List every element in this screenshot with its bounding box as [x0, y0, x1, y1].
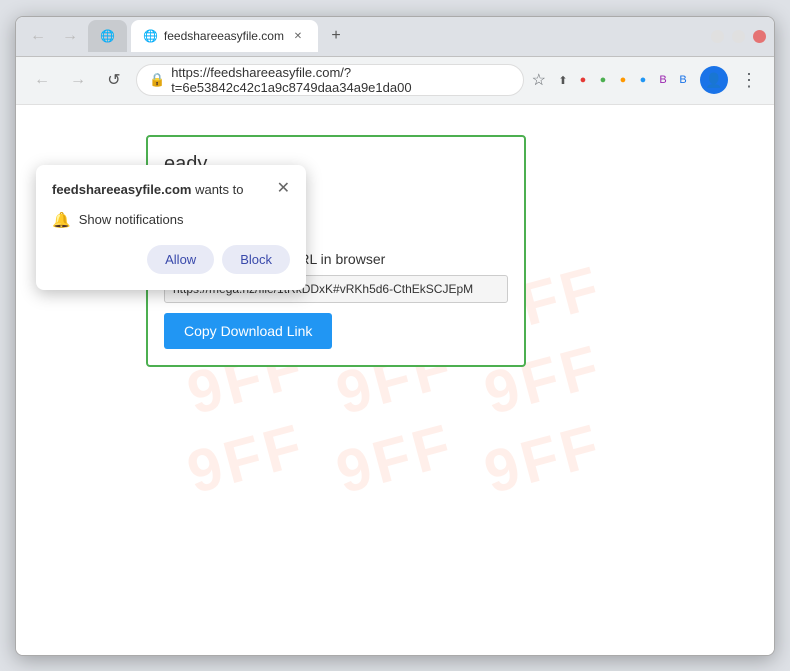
- ext-icon-2[interactable]: ●: [574, 71, 592, 89]
- forward-button[interactable]: →: [64, 66, 92, 94]
- popup-title: feedshareeasyfile.com wants to: [52, 181, 244, 199]
- tab-close-button[interactable]: ✕: [290, 28, 306, 44]
- popup-permission-label: Show notifications: [79, 212, 184, 227]
- page-content: 9FF 9FF 9FF 9FF 9FF 9FF 9FF 9FF 9FF feed…: [16, 105, 774, 655]
- window-controls: [711, 30, 766, 43]
- new-tab-button[interactable]: +: [322, 22, 350, 50]
- ext-icon-7[interactable]: B: [674, 71, 692, 89]
- block-button[interactable]: Block: [222, 245, 290, 274]
- menu-button[interactable]: ⋮: [736, 66, 762, 95]
- bookmark-button[interactable]: ☆: [532, 70, 546, 90]
- back-button[interactable]: ←: [28, 66, 56, 94]
- popup-header: feedshareeasyfile.com wants to ✕: [52, 181, 290, 199]
- ext-icon-5[interactable]: ●: [634, 71, 652, 89]
- extension-icons: ⬆ ● ● ● ● B B: [554, 71, 692, 89]
- browser-window: ← → 🌐 🌐 feedshareeasyfile.com ✕ + ← → ↺: [15, 16, 775, 656]
- profile-button[interactable]: 👤: [700, 66, 728, 94]
- allow-button[interactable]: Allow: [147, 245, 214, 274]
- ext-icon-3[interactable]: ●: [594, 71, 612, 89]
- address-text: https://feedshareeasyfile.com/?t=6e53842…: [171, 65, 510, 95]
- reload-button[interactable]: ↺: [100, 66, 128, 94]
- title-bar: ← → 🌐 🌐 feedshareeasyfile.com ✕ +: [16, 17, 774, 57]
- popup-buttons: Allow Block: [52, 245, 290, 274]
- tab-bar: ← → 🌐 🌐 feedshareeasyfile.com ✕ +: [24, 20, 707, 52]
- copy-download-link-button[interactable]: Copy Download Link: [164, 313, 332, 349]
- tab-active[interactable]: 🌐 feedshareeasyfile.com ✕: [131, 20, 318, 52]
- popup-title-suffix: wants to: [191, 182, 243, 197]
- bell-icon: 🔔: [52, 211, 71, 229]
- popup-permission: 🔔 Show notifications: [52, 211, 290, 229]
- ext-icon-4[interactable]: ●: [614, 71, 632, 89]
- lock-icon: 🔒: [149, 72, 165, 88]
- address-bar: ← → ↺ 🔒 https://feedshareeasyfile.com/?t…: [16, 57, 774, 105]
- popup-site-name: feedshareeasyfile.com: [52, 182, 191, 197]
- minimize-button[interactable]: [711, 30, 724, 43]
- ext-icon-6[interactable]: B: [654, 71, 672, 89]
- back-nav-tab[interactable]: ←: [24, 22, 52, 50]
- notification-popup: feedshareeasyfile.com wants to ✕ 🔔 Show …: [36, 165, 306, 290]
- tab-inactive-favicon: 🌐: [100, 29, 115, 43]
- tab-title: feedshareeasyfile.com: [164, 29, 284, 43]
- tab-favicon: 🌐: [143, 29, 158, 43]
- ext-icon-1[interactable]: ⬆: [554, 71, 572, 89]
- forward-nav-tab[interactable]: →: [56, 22, 84, 50]
- close-button[interactable]: [753, 30, 766, 43]
- tab-inactive[interactable]: 🌐: [88, 20, 127, 52]
- address-input-wrapper[interactable]: 🔒 https://feedshareeasyfile.com/?t=6e538…: [136, 64, 524, 96]
- popup-close-button[interactable]: ✕: [277, 181, 290, 197]
- maximize-button[interactable]: [732, 30, 745, 43]
